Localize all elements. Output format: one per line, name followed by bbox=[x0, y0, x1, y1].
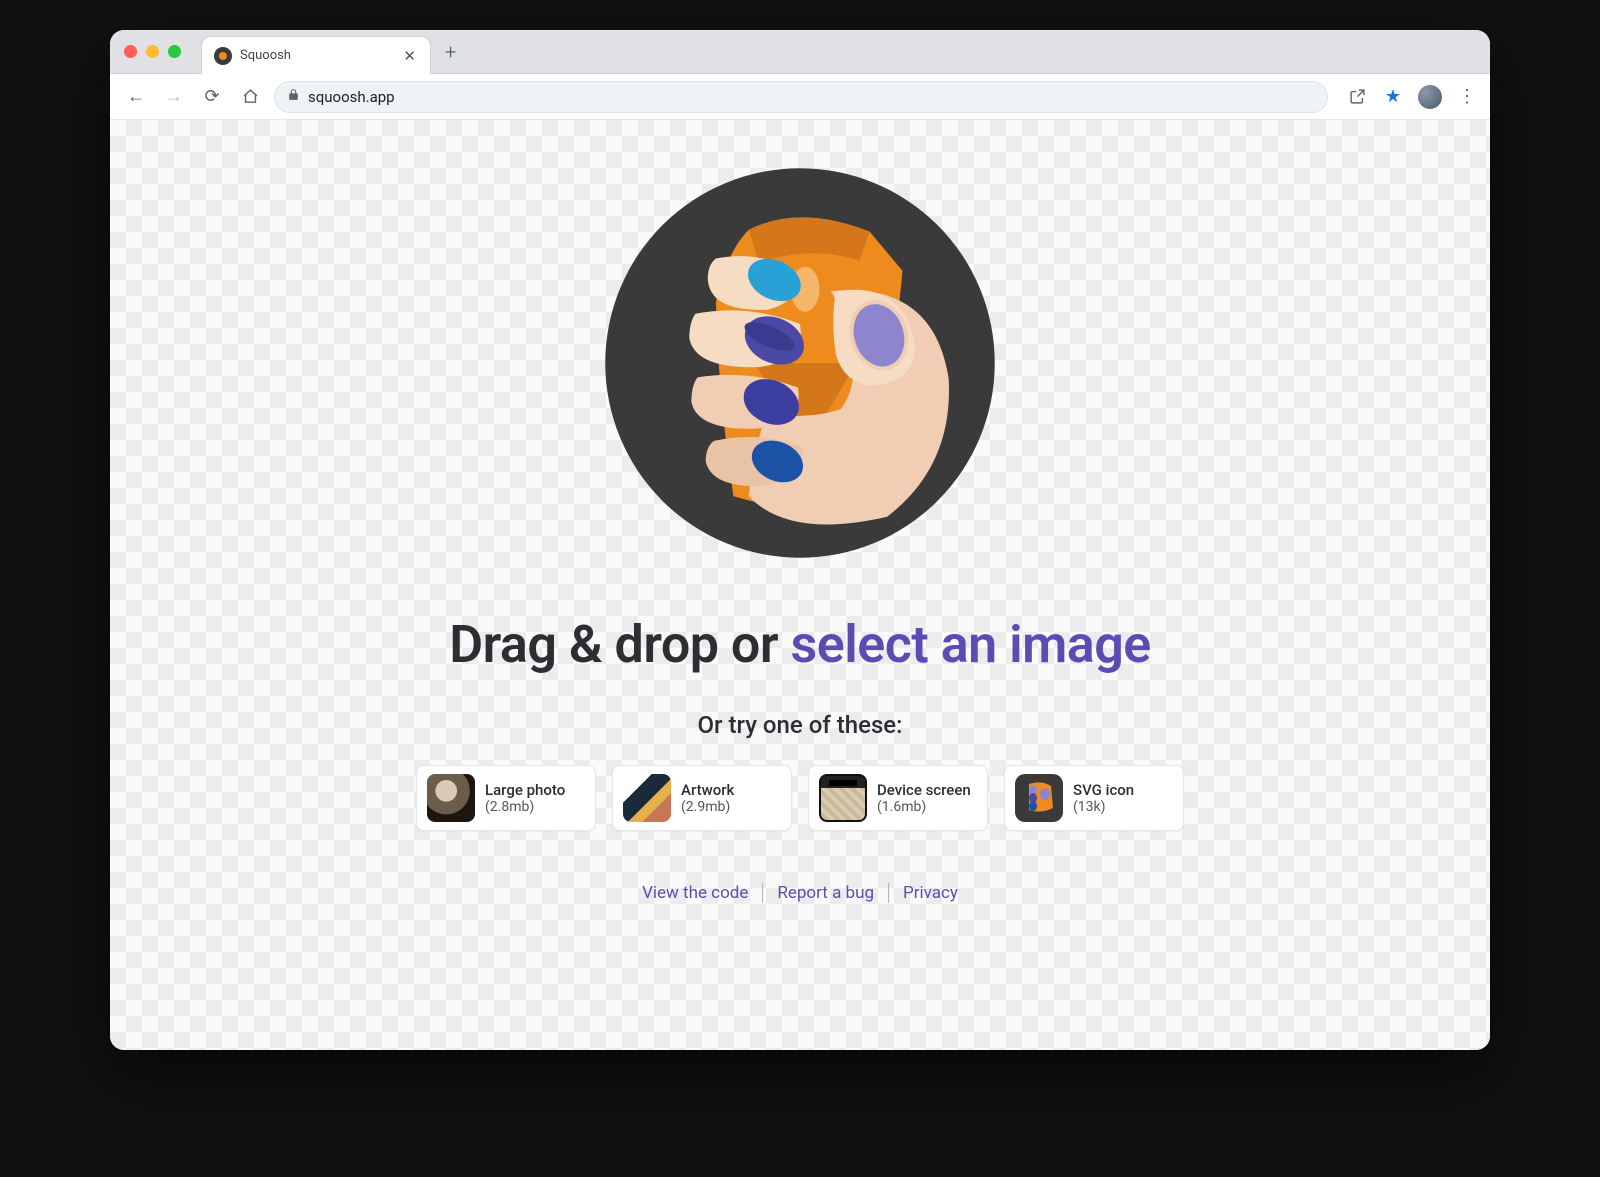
sample-size: (13k) bbox=[1073, 799, 1134, 816]
browser-toolbar: ← → ⟳ squoosh.app ★ ⋮ bbox=[110, 74, 1490, 120]
window-controls bbox=[110, 30, 195, 73]
select-image-link[interactable]: select an image bbox=[790, 614, 1150, 675]
sample-svg-icon[interactable]: SVG icon (13k) bbox=[1004, 765, 1184, 831]
sample-large-photo[interactable]: Large photo (2.8mb) bbox=[416, 765, 596, 831]
titlebar: Squoosh ✕ + bbox=[110, 30, 1490, 74]
sample-row: Large photo (2.8mb) Artwork (2.9mb) Devi… bbox=[416, 765, 1184, 831]
sample-name: Large photo bbox=[485, 781, 565, 799]
view-code-link[interactable]: View the code bbox=[642, 883, 748, 903]
drop-headline: Drag & drop or select an image bbox=[449, 614, 1151, 675]
bookmark-star-icon[interactable]: ★ bbox=[1382, 86, 1404, 108]
subheading: Or try one of these: bbox=[698, 711, 903, 739]
url-text: squoosh.app bbox=[308, 88, 395, 106]
sample-name: Device screen bbox=[877, 781, 971, 799]
sample-size: (2.8mb) bbox=[485, 799, 565, 816]
sample-thumb-icon bbox=[427, 774, 475, 822]
forward-button[interactable]: → bbox=[160, 83, 188, 111]
divider bbox=[762, 883, 763, 903]
sample-thumb-icon bbox=[623, 774, 671, 822]
report-bug-link[interactable]: Report a bug bbox=[777, 883, 874, 903]
browser-tab[interactable]: Squoosh ✕ bbox=[201, 36, 431, 74]
browser-window: Squoosh ✕ + ← → ⟳ squoosh.app ★ ⋮ bbox=[110, 30, 1490, 1050]
minimize-window-icon[interactable] bbox=[146, 45, 159, 58]
favicon-icon bbox=[214, 47, 232, 65]
profile-avatar[interactable] bbox=[1418, 85, 1442, 109]
squoosh-logo-icon bbox=[595, 158, 1005, 568]
close-window-icon[interactable] bbox=[124, 45, 137, 58]
sample-thumb-icon bbox=[819, 774, 867, 822]
reload-button[interactable]: ⟳ bbox=[198, 83, 226, 111]
address-bar[interactable]: squoosh.app bbox=[274, 81, 1328, 113]
headline-prefix: Drag & drop or bbox=[449, 614, 790, 675]
toolbar-right: ★ ⋮ bbox=[1346, 85, 1478, 109]
open-external-icon[interactable] bbox=[1346, 86, 1368, 108]
sample-size: (1.6mb) bbox=[877, 799, 971, 816]
sample-device-screen[interactable]: Device screen (1.6mb) bbox=[808, 765, 988, 831]
maximize-window-icon[interactable] bbox=[168, 45, 181, 58]
sample-size: (2.9mb) bbox=[681, 799, 734, 816]
overflow-menu-icon[interactable]: ⋮ bbox=[1456, 86, 1478, 108]
divider bbox=[888, 883, 889, 903]
footer-links: View the code Report a bug Privacy bbox=[642, 883, 958, 903]
lock-icon bbox=[287, 88, 300, 105]
tab-title: Squoosh bbox=[240, 48, 391, 63]
new-tab-button[interactable]: + bbox=[445, 40, 456, 64]
sample-artwork[interactable]: Artwork (2.9mb) bbox=[612, 765, 792, 831]
home-button[interactable] bbox=[236, 83, 264, 111]
sample-name: Artwork bbox=[681, 781, 734, 799]
back-button[interactable]: ← bbox=[122, 83, 150, 111]
squoosh-logo bbox=[595, 158, 1005, 568]
page-viewport: Drag & drop or select an image Or try on… bbox=[110, 120, 1490, 1050]
sample-thumb-icon bbox=[1015, 774, 1063, 822]
close-tab-icon[interactable]: ✕ bbox=[399, 47, 420, 65]
sample-name: SVG icon bbox=[1073, 781, 1134, 799]
privacy-link[interactable]: Privacy bbox=[903, 883, 958, 903]
